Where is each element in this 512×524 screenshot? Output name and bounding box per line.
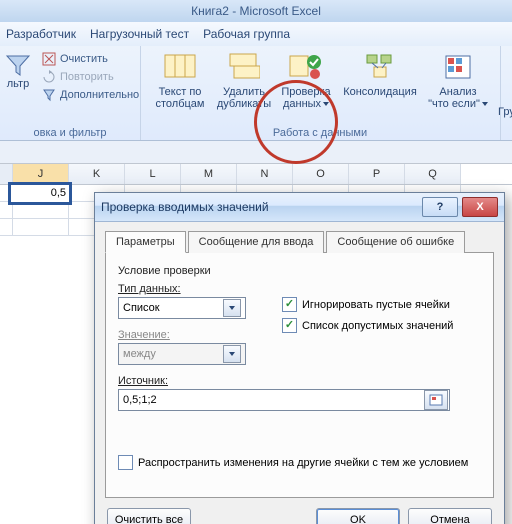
validation-icon <box>288 52 324 82</box>
chevron-down-icon <box>223 299 241 317</box>
tab-parameters[interactable]: Параметры <box>105 231 186 253</box>
in-cell-dropdown-label: Список допустимых значений <box>302 320 453 332</box>
cancel-button[interactable]: Отмена <box>408 508 492 524</box>
tab-load-test[interactable]: Нагрузочный тест <box>90 27 189 41</box>
range-picker-button[interactable] <box>424 390 448 410</box>
filter-clear-label: Очистить <box>60 50 108 68</box>
chevron-down-icon <box>482 102 488 106</box>
colhdr-P[interactable]: P <box>349 164 405 184</box>
type-combo-value: Список <box>123 302 160 314</box>
formula-bar-area <box>0 141 512 164</box>
colhdr-L[interactable]: L <box>125 164 181 184</box>
value-label: Значение: <box>118 329 258 341</box>
consolidate-button[interactable]: Консолидация <box>340 50 420 98</box>
tab-team[interactable]: Рабочая группа <box>203 27 290 41</box>
ignore-blank-label: Игнорировать пустые ячейки <box>302 299 450 311</box>
data-group-label: Работа с данными <box>140 127 500 139</box>
colhdr-N[interactable]: N <box>237 164 293 184</box>
help-button[interactable]: ? <box>422 197 458 217</box>
data-validation-label: Проверка данных <box>276 86 336 110</box>
what-if-label: Анализ "что если" <box>426 86 490 110</box>
advanced-icon <box>42 88 56 102</box>
type-label: Тип данных: <box>118 283 258 295</box>
colhdr-O[interactable]: O <box>293 164 349 184</box>
filter-advanced-label: Дополнительно <box>60 86 139 104</box>
app-root: Книга2 - Microsoft Excel Разработчик Наг… <box>0 0 512 524</box>
colhdr-K[interactable]: K <box>69 164 125 184</box>
column-headers: J K L M N O P Q <box>0 164 512 185</box>
data-validation-text: Проверка данных <box>281 86 330 110</box>
dialog-title: Проверка вводимых значений <box>101 200 418 214</box>
value-combo-value: между <box>123 348 156 360</box>
value-combo: между <box>118 343 246 365</box>
ribbon-group-data: Текст по столбцам Удалить дубликаты Пров… <box>140 46 501 140</box>
colhdr-Q[interactable]: Q <box>405 164 461 184</box>
duplicates-icon <box>228 52 260 82</box>
data-validation-button[interactable]: Проверка данных <box>276 50 336 110</box>
ignore-blank-checkbox[interactable]: Игнорировать пустые ячейки <box>282 297 453 312</box>
filter-button[interactable]: льтр <box>4 52 32 112</box>
ribbon-group-filter: льтр Очистить Повторить Дополнительно ов… <box>0 46 141 140</box>
ribbon-group-outline: Груп <box>500 46 512 140</box>
filter-reapply-label: Повторить <box>60 68 114 86</box>
remove-duplicates-button[interactable]: Удалить дубликаты <box>214 50 274 110</box>
reapply-icon <box>42 70 56 84</box>
chevron-down-icon <box>323 102 329 106</box>
funnel-icon <box>5 52 31 78</box>
consolidate-label: Консолидация <box>340 86 420 98</box>
condition-heading: Условие проверки <box>118 265 481 277</box>
clear-all-button[interactable]: Очистить все <box>107 508 191 524</box>
checkbox-icon <box>282 297 297 312</box>
ok-button[interactable]: OK <box>316 508 400 524</box>
text-to-columns-button[interactable]: Текст по столбцам <box>150 50 210 110</box>
filter-sub: Очистить Повторить Дополнительно <box>42 50 139 104</box>
chevron-down-icon <box>223 345 241 363</box>
clear-icon <box>42 52 56 66</box>
propagate-checkbox[interactable]: Распространить изменения на другие ячейк… <box>118 455 481 470</box>
filter-reapply[interactable]: Повторить <box>42 68 139 86</box>
tab-panel-parameters: Условие проверки Тип данных: Список Знач… <box>105 252 494 498</box>
whatif-icon <box>442 52 474 82</box>
columns-icon <box>164 52 196 82</box>
source-input[interactable] <box>119 394 424 406</box>
selected-cell[interactable]: 0,5 <box>11 185 69 202</box>
tab-error-alert[interactable]: Сообщение об ошибке <box>326 231 465 253</box>
text-to-columns-label: Текст по столбцам <box>150 86 210 110</box>
colhdr-J[interactable]: J <box>13 164 69 184</box>
ribbon: льтр Очистить Повторить Дополнительно ов… <box>0 46 512 141</box>
dialog-tabs: Параметры Сообщение для ввода Сообщение … <box>105 231 494 253</box>
tab-developer[interactable]: Разработчик <box>6 27 76 41</box>
what-if-button[interactable]: Анализ "что если" <box>426 50 490 110</box>
filter-clear[interactable]: Очистить <box>42 50 139 68</box>
type-combo[interactable]: Список <box>118 297 246 319</box>
what-if-text: Анализ "что если" <box>428 86 480 110</box>
tab-input-message[interactable]: Сообщение для ввода <box>188 231 325 253</box>
group-button[interactable]: Груп <box>498 106 512 118</box>
remove-duplicates-label: Удалить дубликаты <box>214 86 274 110</box>
checkbox-icon <box>118 455 133 470</box>
ribbon-tabs: Разработчик Нагрузочный тест Рабочая гру… <box>0 22 512 46</box>
filter-advanced[interactable]: Дополнительно <box>42 86 139 104</box>
window-title: Книга2 - Microsoft Excel <box>0 0 512 22</box>
in-cell-dropdown-checkbox[interactable]: Список допустимых значений <box>282 318 453 333</box>
checkbox-icon <box>282 318 297 333</box>
data-validation-dialog: Проверка вводимых значений ? X Параметры… <box>94 192 505 524</box>
colhdr-M[interactable]: M <box>181 164 237 184</box>
source-label: Источник: <box>118 375 481 387</box>
dialog-titlebar[interactable]: Проверка вводимых значений ? X <box>95 193 504 222</box>
filter-label: льтр <box>4 78 32 90</box>
source-input-wrap <box>118 389 450 411</box>
filter-group-label: овка и фильтр <box>0 127 140 139</box>
close-button[interactable]: X <box>462 197 498 217</box>
colhdr-stub <box>0 164 13 184</box>
dialog-body: Параметры Сообщение для ввода Сообщение … <box>95 222 504 524</box>
range-picker-icon <box>429 394 443 406</box>
dialog-footer: Очистить все OK Отмена <box>105 506 494 524</box>
propagate-label: Распространить изменения на другие ячейк… <box>138 457 468 469</box>
consolidate-icon <box>364 52 396 82</box>
